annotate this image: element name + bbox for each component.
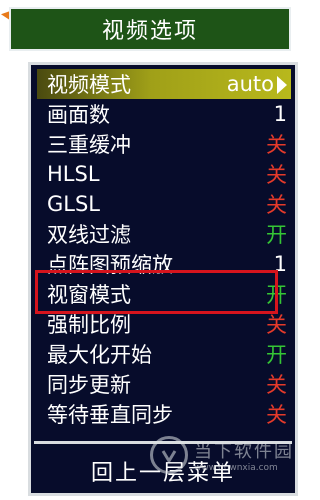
menu-item-label: 画面数 [47,103,110,127]
menu-item-value: auto [227,72,287,96]
menu-item-label: 视频模式 [47,73,131,97]
menu-item-value: 关 [266,193,287,217]
menu-item-triple-buffer[interactable]: 三重缓冲 关 [37,129,291,159]
menu-item-glsl[interactable]: GLSL 关 [37,189,291,219]
menu-item-label: 最大化开始 [47,343,152,367]
menu-item-sync-refresh[interactable]: 同步更新 关 [37,369,291,399]
menu-item-label: HLSL [47,162,100,186]
menu-item-start-maximized[interactable]: 最大化开始 开 [37,339,291,369]
menu-item-value: 关 [266,373,287,397]
watermark-logo-icon [150,436,188,474]
menu-item-label: 等待垂直同步 [47,403,173,427]
menu-item-hlsl[interactable]: HLSL 关 [37,159,291,189]
menu-item-bilinear-filter[interactable]: 双线过滤 开 [37,219,291,249]
menu-item-screen-count[interactable]: 画面数 1 [37,99,291,129]
menu-item-label: GLSL [47,192,101,216]
watermark-text: 当下软件园 [194,441,294,462]
menu-item-label: 同步更新 [47,373,131,397]
menu-item-value: 开 [266,343,287,367]
menu-item-value: 关 [266,403,287,427]
page-title: 视频选项 [9,7,291,51]
menu-item-value: 关 [266,163,287,187]
highlight-annotation-box [35,270,278,314]
arrow-right-icon [277,76,287,94]
menu-item-value: 开 [266,223,287,247]
menu-item-video-mode[interactable]: 视频模式 auto [37,69,291,99]
menu-item-value: 关 [266,133,287,157]
menu-item-label: 三重缓冲 [47,133,131,157]
menu-item-wait-vsync[interactable]: 等待垂直同步 关 [37,399,291,429]
menu-item-label: 双线过滤 [47,223,131,247]
watermark: 当下软件园 www.downxia.com [150,436,294,474]
watermark-url: www.downxia.com [194,463,278,473]
menu-item-value: 1 [273,102,287,126]
